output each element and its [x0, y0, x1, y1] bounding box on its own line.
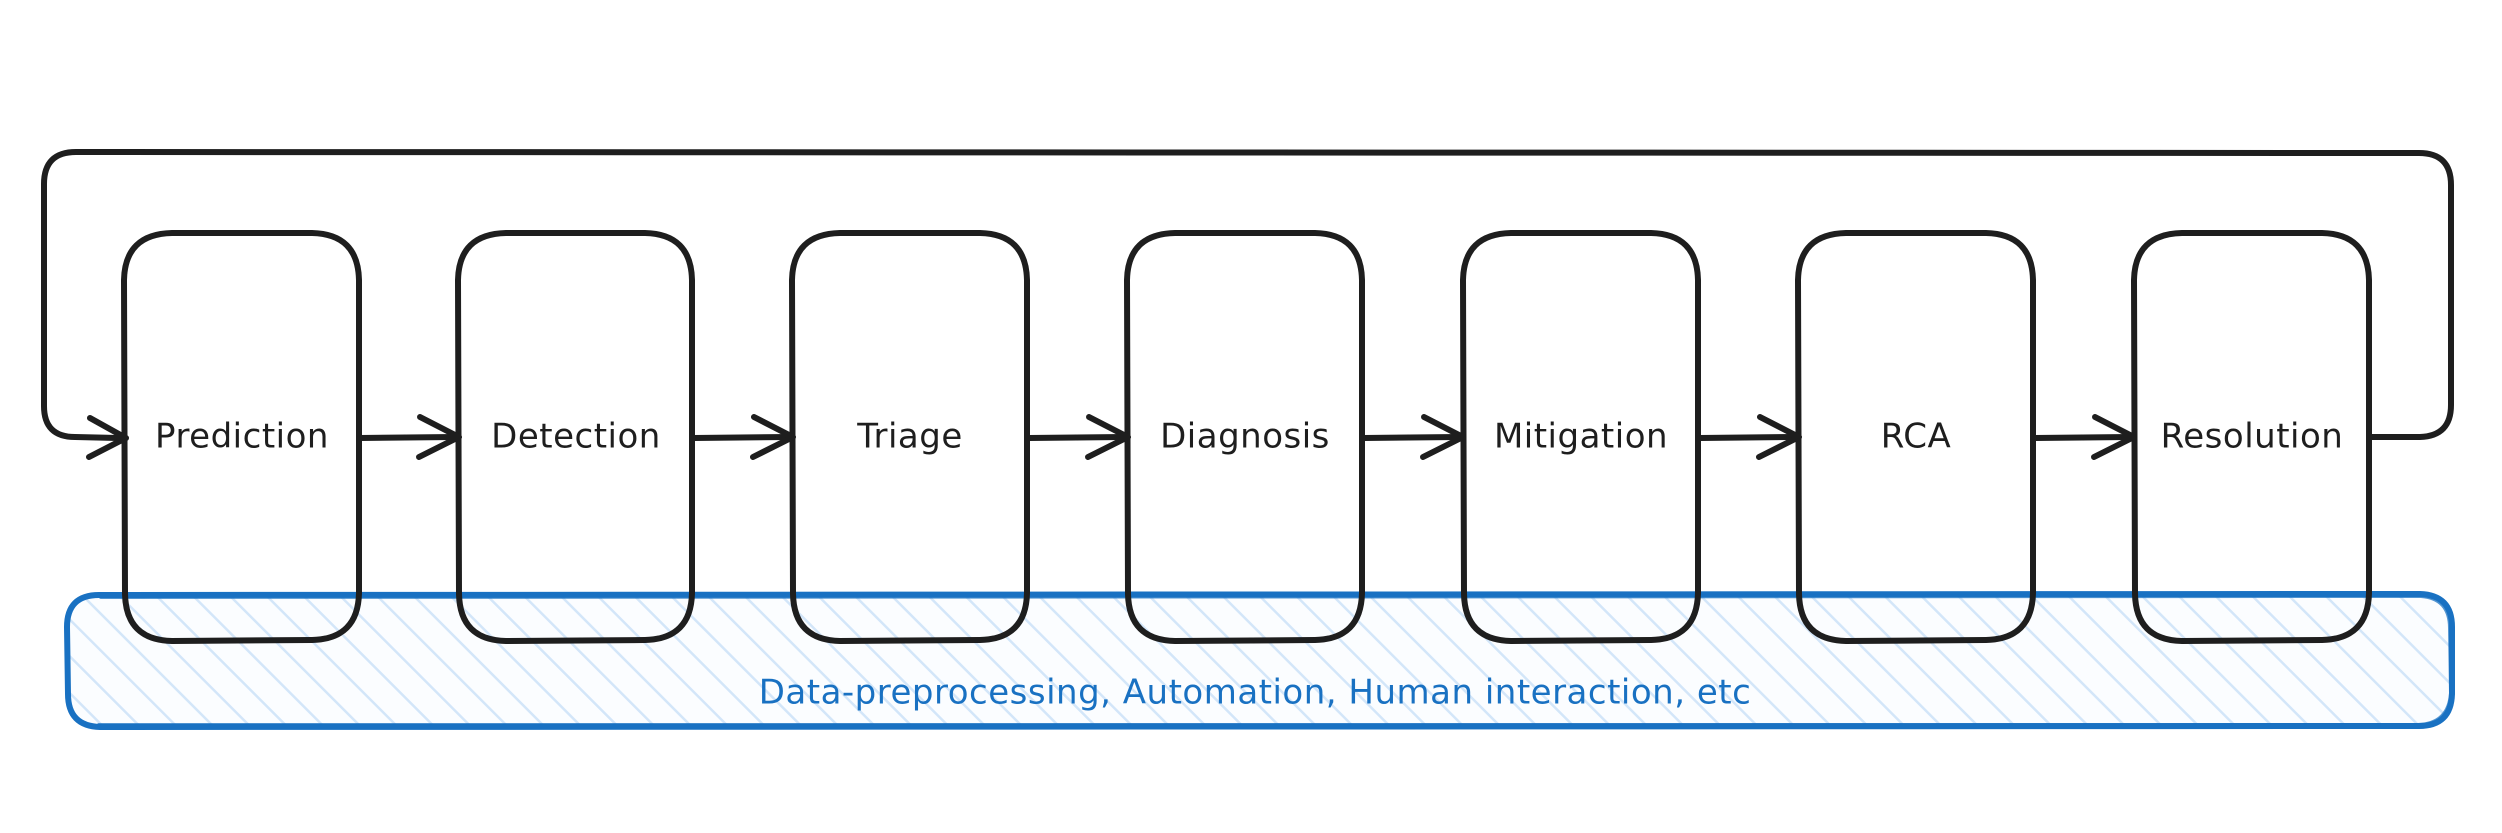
stage-node-mitigation[interactable]: Mitigation — [1460, 230, 1701, 644]
stage-label-triage: Triage — [856, 417, 963, 457]
stage-node-rca[interactable]: RCA — [1795, 230, 2036, 644]
stage-label-detection: Detection — [491, 417, 661, 457]
stage-label-diagnosis: Diagnosis — [1160, 417, 1330, 457]
cross-cutting-band-label: Data-preprocessing, Automation, Human in… — [759, 673, 1752, 713]
stage-label-resolution: Resolution — [2161, 417, 2344, 457]
feedback-loop-path — [41, 149, 2454, 441]
feedback-loop-arrow — [41, 149, 2454, 460]
connector-arrow-diagnosis-mitigation — [1361, 414, 1466, 460]
stage-label-mitigation: Mitigation — [1494, 417, 1668, 457]
stage-node-detection[interactable]: Detection — [455, 230, 695, 644]
stage-label-rca: RCA — [1881, 417, 1951, 457]
stage-node-triage[interactable]: Triage — [789, 230, 1030, 644]
connector-arrow-mitigation-rca — [1697, 414, 1802, 460]
stage-node-diagnosis[interactable]: Diagnosis — [1124, 230, 1365, 644]
connector-arrow-prediction-detection — [357, 414, 462, 460]
stage-node-prediction[interactable]: Prediction — [121, 230, 362, 644]
stage-label-prediction: Prediction — [155, 417, 329, 457]
flowchart-svg: Prediction Detection Triage Diagnosis Mi… — [41, 149, 2455, 730]
stage-node-resolution[interactable]: Resolution — [2131, 230, 2372, 644]
connector-arrow-detection-triage — [691, 414, 796, 460]
connector-arrow-rca-resolution — [2032, 414, 2137, 460]
diagram-canvas: Prediction Detection Triage Diagnosis Mi… — [0, 0, 2502, 833]
connector-arrow-triage-diagnosis — [1026, 414, 1131, 460]
